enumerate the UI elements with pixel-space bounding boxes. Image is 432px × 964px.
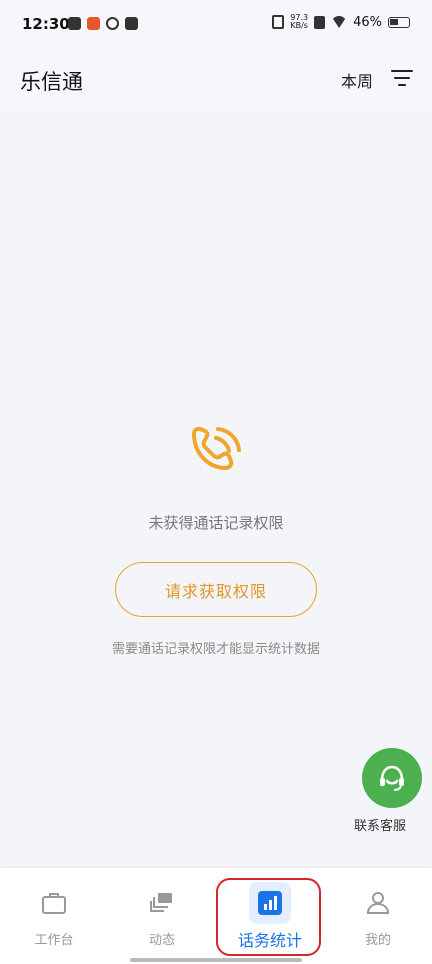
notification-icons (68, 17, 138, 30)
nav-item-dynamics[interactable]: 动态 (108, 868, 216, 964)
nav-item-workbench[interactable]: 工作台 (0, 868, 108, 964)
battery-percent: 46% (353, 14, 382, 30)
status-bar: 12:30 97.3 KB/s 46% (0, 0, 432, 50)
highlight-annotation (216, 878, 321, 956)
play-app-icon (68, 17, 81, 30)
stack-icon (150, 893, 172, 912)
page-title: 乐信通 (20, 70, 83, 94)
sim-off-icon (314, 15, 326, 29)
headset-icon (380, 765, 404, 791)
nav-label: 工作台 (34, 933, 74, 948)
nav-label: 我的 (364, 933, 391, 948)
customer-service-button[interactable] (362, 748, 422, 808)
wifi-icon (331, 16, 348, 28)
nav-label: 动态 (148, 933, 175, 948)
app-header: 乐信通 本周 (0, 50, 432, 110)
empty-state-title: 未获得通话记录权限 (148, 514, 284, 532)
vibrate-icon (272, 15, 285, 29)
person-icon (366, 892, 390, 914)
briefcase-icon (42, 893, 66, 914)
home-indicator[interactable] (130, 958, 302, 962)
status-right: 97.3 KB/s 46% (272, 14, 410, 30)
orange-app-icon (87, 17, 100, 30)
period-select-button[interactable]: 本周 (341, 68, 373, 92)
empty-state-hint: 需要通话记录权限才能显示统计数据 (111, 642, 320, 657)
link-app-icon (106, 17, 119, 30)
phone-call-icon (192, 426, 241, 470)
battery-icon (388, 16, 410, 28)
mail-app-icon (125, 17, 138, 30)
customer-service-label[interactable]: 联系客服 (354, 815, 432, 834)
network-speed: 97.3 KB/s (290, 13, 309, 30)
nav-item-mine[interactable]: 我的 (324, 868, 432, 964)
request-permission-button[interactable]: 请求获取权限 (115, 562, 317, 617)
status-time: 12:30 (22, 15, 70, 33)
filter-icon[interactable] (391, 69, 413, 87)
